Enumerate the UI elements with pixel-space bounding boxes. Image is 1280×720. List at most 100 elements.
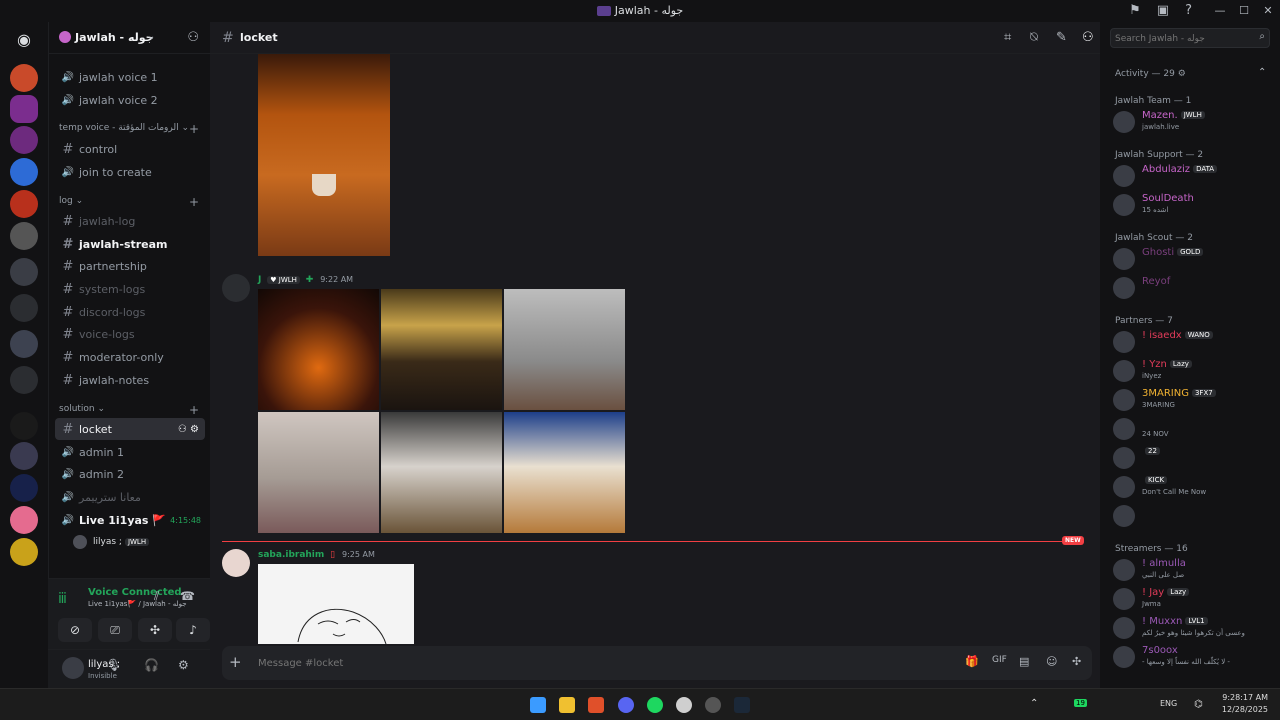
member-item[interactable]: ! isaedx WANO — [1113, 329, 1279, 355]
activities-button[interactable]: ✣ — [138, 618, 172, 642]
member-item[interactable]: 7s0oox - لا يُكلّف الله نفساً إلا وسعها - — [1113, 644, 1279, 670]
gift-icon[interactable]: 🎁 — [965, 655, 979, 668]
microphone-icon[interactable]: 🎙 — [106, 658, 121, 672]
server-icon[interactable] — [10, 190, 38, 218]
server-folder-icon[interactable] — [10, 294, 38, 322]
channel-item[interactable]: # partnertship — [55, 255, 205, 277]
close-button[interactable]: ✕ — [1256, 0, 1280, 22]
server-folder-icon[interactable] — [10, 222, 38, 250]
inbox-flag-icon[interactable]: ⚑ — [1129, 3, 1141, 18]
avatar[interactable] — [222, 549, 250, 577]
noise-suppression-icon[interactable]: ⫽ — [154, 589, 159, 604]
channel-item[interactable]: 🔊 jawlah voice 2 — [55, 89, 205, 111]
channel-item[interactable]: 🔊 join to create — [55, 161, 205, 183]
apps-icon[interactable]: ✣ — [1072, 655, 1081, 668]
camera-off-button[interactable]: ⊘ — [58, 618, 92, 642]
server-icon[interactable] — [10, 538, 38, 566]
activity-header[interactable]: Activity — 29 ⚙ — [1115, 69, 1186, 79]
gif-icon[interactable]: GIF — [992, 655, 1007, 665]
windows-start-icon[interactable] — [530, 697, 546, 713]
message-author[interactable]: J — [258, 275, 261, 285]
add-channel-icon[interactable]: + — [189, 122, 199, 136]
member-item[interactable]: KICK Don't Call Me Now — [1113, 474, 1279, 500]
chevron-up-icon[interactable]: ⌃ — [1258, 67, 1266, 78]
member-item[interactable]: 22 — [1113, 445, 1279, 471]
sticker-icon[interactable]: ▤ — [1019, 655, 1029, 668]
add-channel-icon[interactable]: + — [189, 403, 199, 417]
network-icon[interactable]: ⌬ — [1194, 699, 1203, 710]
server-folder-icon[interactable] — [10, 366, 38, 394]
spotify-icon[interactable] — [647, 697, 663, 713]
member-item[interactable]: SoulDeath اشده 15 — [1113, 192, 1279, 218]
server-icon[interactable] — [10, 158, 38, 186]
member-item[interactable]: 24 NOV — [1113, 416, 1279, 442]
chevron-up-icon[interactable]: ⌃ — [1030, 698, 1038, 709]
channel-item[interactable]: # moderator-only — [55, 346, 205, 368]
add-channel-icon[interactable]: + — [189, 195, 199, 209]
member-item[interactable] — [1113, 503, 1279, 529]
file-explorer-icon[interactable] — [559, 697, 575, 713]
server-icon[interactable] — [10, 442, 38, 470]
member-item[interactable]: ! Yzn Lazy iNyez — [1113, 358, 1279, 384]
headphones-icon[interactable]: 🎧 — [144, 658, 159, 672]
channel-item[interactable]: # system-logs — [55, 278, 205, 300]
channel-item[interactable]: 🔊 admin 1 — [55, 441, 205, 463]
server-icon[interactable] — [10, 126, 38, 154]
member-item[interactable]: Ghosti GOLD — [1113, 246, 1279, 272]
pin-icon[interactable]: ✎ — [1056, 30, 1067, 45]
brave-browser-icon[interactable] — [588, 697, 604, 713]
monitor-icon[interactable]: ▣ — [1157, 3, 1169, 18]
threads-icon[interactable]: ⌗ — [1004, 30, 1011, 45]
app-icon[interactable] — [676, 697, 692, 713]
message-composer[interactable]: + 🎁 GIF ▤ ☺ ✣ — [222, 646, 1092, 680]
voice-member[interactable]: lilyas ; JWLH — [73, 531, 201, 553]
message-image[interactable] — [258, 412, 379, 533]
help-icon[interactable]: ? — [1185, 3, 1192, 18]
channel-item[interactable]: # control — [55, 138, 205, 160]
member-item[interactable]: ! Jay Lazy Jwma — [1113, 586, 1279, 612]
channel-item[interactable]: # voice-logs — [55, 323, 205, 345]
channel-item[interactable]: # jawlah-notes — [55, 369, 205, 391]
member-item[interactable]: 3MARING 3FX7 3MARING — [1113, 387, 1279, 413]
avatar[interactable] — [222, 274, 250, 302]
member-list-icon[interactable]: ⚇ — [1082, 30, 1094, 45]
channel-item[interactable]: # jawlah-stream — [55, 233, 205, 255]
message-image[interactable] — [258, 54, 390, 256]
server-icon[interactable] — [10, 474, 38, 502]
channel-item[interactable]: # jawlah-log — [55, 210, 205, 232]
channel-settings-icon[interactable]: ⚇ ⚙ — [178, 424, 199, 435]
discord-home-icon[interactable]: ◉ — [10, 26, 38, 54]
search-input[interactable]: ⌕ — [1110, 28, 1270, 48]
member-item[interactable]: ! almulla صل على النبي — [1113, 557, 1279, 583]
server-folder-icon[interactable] — [10, 330, 38, 358]
server-icon[interactable] — [10, 95, 38, 123]
steam-icon[interactable] — [734, 697, 750, 713]
message-image[interactable] — [381, 412, 502, 533]
maximize-button[interactable]: ☐ — [1232, 0, 1256, 22]
notifications-muted-icon[interactable]: ⍉ — [1030, 30, 1038, 45]
message-author[interactable]: saba.ibrahim — [258, 550, 324, 560]
clock-time[interactable]: 9:28:17 AM — [1206, 693, 1268, 702]
search-field[interactable] — [1115, 32, 1250, 45]
server-icon[interactable] — [10, 412, 38, 440]
soundboard-button[interactable]: ♪ — [176, 618, 210, 642]
message-image[interactable] — [504, 412, 625, 533]
screen-share-button[interactable]: ⎚ — [98, 618, 132, 642]
add-attachment-icon[interactable]: + — [229, 653, 242, 671]
member-item[interactable]: ! Muxxn LVL1 وعسى أن تكرهوا شيئا وهو خيرٌ … — [1113, 615, 1279, 641]
message-image-sketch[interactable] — [258, 564, 414, 644]
app-icon[interactable] — [705, 697, 721, 713]
tray-badge[interactable]: 19 — [1074, 699, 1087, 707]
message-image[interactable] — [381, 289, 502, 410]
channel-category[interactable]: solution ⌄ + — [59, 403, 199, 417]
member-item[interactable]: Mazen. JWLH jawlah.live — [1113, 109, 1279, 135]
minimize-button[interactable]: — — [1208, 0, 1232, 22]
message-image[interactable] — [258, 289, 379, 410]
disconnect-icon[interactable]: ☎ — [180, 589, 195, 603]
server-icon[interactable] — [10, 64, 38, 92]
channel-item[interactable]: # discord-logs — [55, 301, 205, 323]
message-image[interactable] — [504, 289, 625, 410]
channel-category[interactable]: temp voice - الرومات المؤقتة ⌄ + — [59, 122, 199, 136]
server-icon[interactable] — [10, 506, 38, 534]
channel-item[interactable]: 🔊 jawlah voice 1 — [55, 66, 205, 88]
